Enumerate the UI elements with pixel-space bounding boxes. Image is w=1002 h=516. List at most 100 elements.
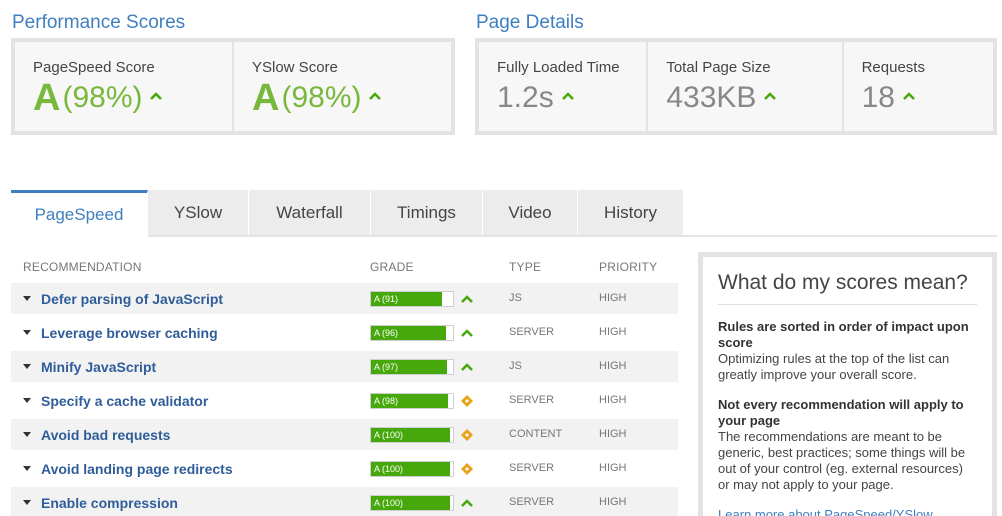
total-page-size-card: Total Page Size 433KB	[648, 42, 842, 131]
requests-card: Requests 18	[843, 42, 993, 131]
recommendation-name[interactable]: Avoid bad requests	[41, 427, 170, 443]
expand-caret-icon[interactable]	[23, 432, 31, 437]
recommendation-name[interactable]: Defer parsing of JavaScript	[41, 291, 223, 307]
requests-value: 18	[861, 81, 895, 114]
info-heading-not-every: Not every recommendation will apply to y…	[718, 397, 964, 428]
grade-fill: A (100)	[371, 462, 450, 476]
expand-caret-icon[interactable]	[23, 466, 31, 471]
expand-caret-icon[interactable]	[23, 330, 31, 335]
yslow-grade: A	[252, 77, 280, 119]
type-header[interactable]: TYPE	[509, 260, 541, 274]
table-row[interactable]: Defer parsing of JavaScript A (91) JS HI…	[11, 283, 678, 314]
grade-bar: A (98)	[370, 393, 454, 409]
grade-bar: A (100)	[370, 461, 454, 477]
grade-bar: A (91)	[370, 291, 454, 307]
grade-fill: A (98)	[371, 394, 449, 408]
expand-caret-icon[interactable]	[23, 398, 31, 403]
tab-history[interactable]: History	[578, 190, 684, 236]
fully-loaded-time-value: 1.2s	[497, 81, 554, 114]
expand-caret-icon[interactable]	[23, 296, 31, 301]
total-page-size-value: 433KB	[666, 81, 757, 114]
recommendation-type: JS	[509, 360, 522, 372]
table-row[interactable]: Avoid landing page redirects A (100) SER…	[11, 453, 678, 484]
grade-fill: A (96)	[371, 326, 447, 340]
trend-same-icon	[461, 463, 473, 475]
recommendation-priority: HIGH	[599, 462, 627, 474]
expand-caret-icon[interactable]	[23, 500, 31, 505]
page-details-panel: Fully Loaded Time 1.2s Total Page Size 4…	[475, 38, 997, 135]
grade-fill: A (100)	[371, 428, 450, 442]
recommendation-priority: HIGH	[599, 326, 627, 338]
recommendation-name[interactable]: Enable compression	[41, 495, 178, 511]
yslow-score-card: YSlow Score A (98%)	[234, 42, 451, 131]
recommendation-name[interactable]: Avoid landing page redirects	[41, 461, 233, 477]
tab-timings[interactable]: Timings	[371, 190, 483, 236]
performance-scores-title: Performance Scores	[12, 12, 186, 33]
recommendation-priority: HIGH	[599, 360, 627, 372]
tab-yslow[interactable]: YSlow	[148, 190, 249, 236]
trend-same-icon	[461, 395, 473, 407]
learn-more-link[interactable]: Learn more about PageSpeed/YSlow	[718, 507, 977, 516]
recommendation-type: SERVER	[509, 462, 555, 474]
grade-fill: A (100)	[371, 496, 450, 510]
fully-loaded-time-card: Fully Loaded Time 1.2s	[479, 42, 647, 131]
recommendation-type: SERVER	[509, 326, 555, 338]
yslow-percent: (98%)	[281, 81, 362, 114]
table-row[interactable]: Leverage browser caching A (96) SERVER H…	[11, 317, 678, 348]
pagespeed-grade: A	[33, 77, 61, 119]
trend-up-icon	[461, 499, 473, 507]
tab-pagespeed[interactable]: PageSpeed	[11, 190, 148, 236]
recommendation-type: JS	[509, 292, 522, 304]
table-row[interactable]: Specify a cache validator A (98) SERVER …	[11, 385, 678, 416]
pagespeed-up-arrow-icon	[150, 92, 163, 100]
trend-up-icon	[461, 295, 473, 303]
priority-header[interactable]: PRIORITY	[599, 260, 657, 274]
grade-header[interactable]: GRADE	[370, 260, 414, 274]
page-size-up-arrow-icon	[764, 92, 777, 100]
grade-bar: A (97)	[370, 359, 454, 375]
grade-fill: A (97)	[371, 360, 448, 374]
grade-fill: A (91)	[371, 292, 443, 306]
recommendation-type: SERVER	[509, 496, 555, 508]
info-text-not-every: The recommendations are meant to be gene…	[718, 429, 966, 492]
requests-label: Requests	[861, 59, 925, 76]
tab-divider	[148, 235, 997, 237]
total-page-size-label: Total Page Size	[666, 59, 771, 76]
grade-bar: A (96)	[370, 325, 454, 341]
recommendation-priority: HIGH	[599, 292, 627, 304]
info-text-sorted: Optimizing rules at the top of the list …	[718, 351, 950, 382]
page-details-title: Page Details	[476, 12, 584, 33]
tab-video[interactable]: Video	[483, 190, 578, 236]
yslow-up-arrow-icon	[369, 92, 382, 100]
recommendation-priority: HIGH	[599, 394, 627, 406]
info-heading-sorted: Rules are sorted in order of impact upon…	[718, 319, 969, 350]
report-tabs: PageSpeed YSlow Waterfall Timings Video …	[11, 190, 684, 236]
requests-up-arrow-icon	[903, 92, 915, 100]
recommendation-name[interactable]: Leverage browser caching	[41, 325, 218, 341]
trend-up-icon	[461, 329, 473, 337]
yslow-score-label: YSlow Score	[252, 59, 338, 76]
recommendation-type: SERVER	[509, 394, 555, 406]
scores-info-title: What do my scores mean?	[718, 271, 977, 305]
table-row[interactable]: Avoid bad requests A (100) CONTENT HIGH	[11, 419, 678, 450]
recommendation-name[interactable]: Minify JavaScript	[41, 359, 156, 375]
recommendation-name[interactable]: Specify a cache validator	[41, 393, 208, 409]
pagespeed-percent: (98%)	[62, 81, 143, 114]
load-time-up-arrow-icon	[561, 92, 574, 100]
recommendation-header[interactable]: RECOMMENDATION	[23, 260, 142, 274]
pagespeed-score-card: PageSpeed Score A (98%)	[15, 42, 232, 131]
table-row[interactable]: Minify JavaScript A (97) JS HIGH	[11, 351, 678, 382]
recommendation-priority: HIGH	[599, 428, 627, 440]
grade-bar: A (100)	[370, 495, 454, 511]
fully-loaded-time-label: Fully Loaded Time	[497, 59, 620, 76]
scores-info-box: What do my scores mean? Rules are sorted…	[698, 252, 997, 516]
trend-same-icon	[461, 429, 473, 441]
recommendation-type: CONTENT	[509, 428, 563, 440]
recommendation-priority: HIGH	[599, 496, 627, 508]
expand-caret-icon[interactable]	[23, 364, 31, 369]
grade-bar: A (100)	[370, 427, 454, 443]
table-row[interactable]: Enable compression A (100) SERVER HIGH	[11, 487, 678, 516]
pagespeed-score-label: PageSpeed Score	[33, 59, 155, 76]
trend-up-icon	[461, 363, 473, 371]
tab-waterfall[interactable]: Waterfall	[249, 190, 371, 236]
